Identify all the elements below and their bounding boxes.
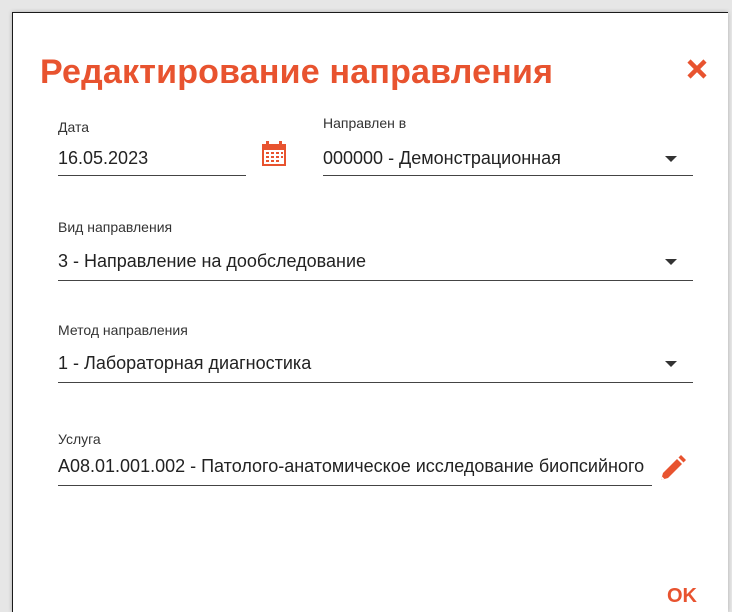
date-value: 16.05.2023 (58, 148, 149, 168)
ok-button[interactable]: OK (667, 585, 697, 608)
chevron-down-icon (665, 156, 677, 162)
pencil-icon (661, 455, 686, 480)
direction-method-label: Метод направления (58, 322, 188, 338)
direction-type-value: 3 - Направление на дообследование (58, 251, 367, 271)
date-field[interactable]: Дата 16.05.2023 (58, 117, 248, 177)
calendar-icon (262, 141, 286, 166)
direction-method-underline (58, 382, 693, 383)
directed-to-select[interactable]: Направлен в 000000 - Демонстрационная (323, 113, 695, 179)
edit-direction-dialog: Редактирование направления Дата 16.05.20… (12, 12, 728, 612)
dialog-title: Редактирование направления (40, 53, 554, 91)
service-value: A08.01.001.002 - Патолого-анатомическое … (58, 456, 645, 476)
calendar-button[interactable] (260, 140, 288, 168)
directed-to-underline (323, 175, 693, 176)
chevron-down-icon (665, 259, 677, 265)
edit-service-button[interactable] (657, 454, 687, 484)
close-icon (687, 59, 707, 79)
direction-method-select[interactable]: Метод направления 1 - Лабораторная диагн… (58, 320, 695, 390)
direction-type-select[interactable]: Вид направления 3 - Направление на дообс… (58, 217, 695, 287)
date-label: Дата (58, 119, 90, 135)
directed-to-label: Направлен в (323, 115, 407, 131)
service-label: Услуга (58, 431, 101, 447)
direction-method-value: 1 - Лабораторная диагностика (58, 353, 312, 373)
direction-type-underline (58, 280, 693, 281)
chevron-down-icon (665, 361, 677, 367)
directed-to-value: 000000 - Демонстрационная (323, 148, 561, 168)
close-button[interactable] (681, 53, 713, 85)
service-field[interactable]: Услуга A08.01.001.002 - Патолого-анатоми… (58, 429, 654, 489)
date-underline (58, 175, 246, 176)
direction-type-label: Вид направления (58, 219, 173, 235)
service-underline (58, 485, 652, 486)
